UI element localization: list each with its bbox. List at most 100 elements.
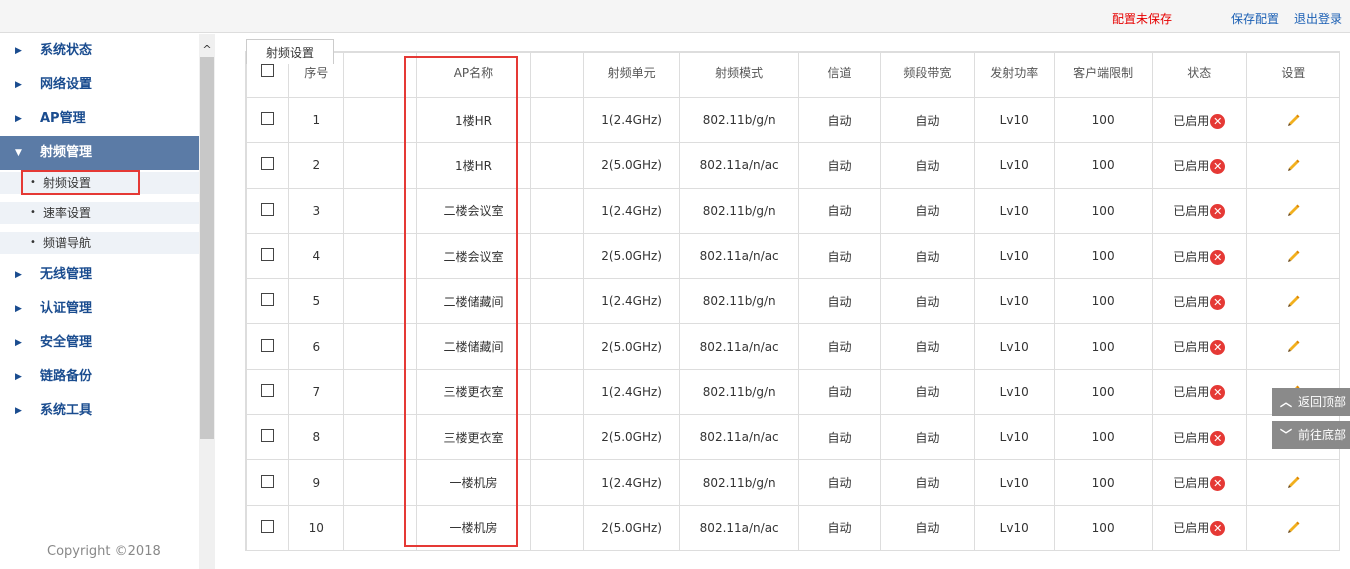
- row-select-cell: [246, 96, 290, 144]
- disable-x-icon[interactable]: ✕: [1210, 249, 1226, 265]
- row-checkbox[interactable]: [261, 429, 275, 443]
- row-settings: [1245, 232, 1339, 280]
- scrollbar-thumb[interactable]: [200, 57, 214, 439]
- row-checkbox[interactable]: [261, 112, 275, 126]
- caret-right-icon: ▶: [15, 114, 22, 124]
- status-text: 已启用: [1173, 430, 1210, 445]
- go-to-bottom-button[interactable]: ﹀ 前往底部: [1272, 421, 1350, 449]
- row-client-limit: 100: [1053, 232, 1153, 280]
- sidebar-item-network[interactable]: ▶ 网络设置: [0, 68, 199, 102]
- edit-pencil-icon[interactable]: [1286, 293, 1300, 310]
- sidebar-item-auth[interactable]: ▶ 认证管理: [0, 292, 199, 326]
- row-checkbox[interactable]: [261, 157, 275, 171]
- disable-x-icon[interactable]: ✕: [1210, 476, 1226, 492]
- row-checkbox[interactable]: [261, 293, 275, 307]
- sidebar-item-system-status[interactable]: ▶ 系统状态: [0, 34, 199, 68]
- row-channel: 自动: [798, 142, 881, 189]
- sidebar-subitem-rate-settings[interactable]: • 速率设置: [0, 202, 199, 224]
- row-channel: 自动: [798, 504, 881, 550]
- disable-x-icon[interactable]: ✕: [1210, 340, 1226, 356]
- row-spacer: [530, 323, 585, 370]
- row-power: Lv10: [973, 368, 1055, 416]
- row-status: 已启用 ✕: [1151, 232, 1247, 280]
- save-config-link[interactable]: 保存配置: [1231, 10, 1279, 27]
- row-power: Lv10: [973, 142, 1055, 189]
- edit-pencil-icon[interactable]: [1286, 157, 1300, 174]
- disable-x-icon[interactable]: ✕: [1210, 158, 1226, 174]
- unsaved-notice: 配置未保存: [1112, 12, 1173, 26]
- row-channel: 自动: [798, 414, 881, 461]
- row-channel: 自动: [798, 96, 881, 144]
- row-power: Lv10: [973, 232, 1055, 280]
- disable-x-icon[interactable]: ✕: [1210, 385, 1226, 401]
- row-channel: 自动: [798, 368, 881, 416]
- row-radio-mode: 802.11a/n/ac: [679, 232, 800, 280]
- row-checkbox[interactable]: [261, 474, 275, 488]
- disable-x-icon[interactable]: ✕: [1210, 113, 1226, 129]
- back-to-top-label: 返回顶部: [1298, 395, 1347, 409]
- highlight-box-ap-name-column: [404, 56, 518, 547]
- status-text: 已启用: [1173, 113, 1210, 128]
- row-radio-unit: 1(2.4GHz): [583, 187, 681, 234]
- row-select-cell: [246, 459, 290, 506]
- row-client-limit: 100: [1053, 96, 1153, 144]
- row-checkbox[interactable]: [261, 202, 275, 216]
- edit-pencil-icon[interactable]: [1286, 112, 1300, 129]
- row-radio-mode: 802.11b/g/n: [679, 459, 800, 506]
- row-channel: 自动: [798, 232, 881, 280]
- sidebar-item-ap[interactable]: ▶ AP管理: [0, 102, 199, 136]
- row-bandwidth: 自动: [879, 414, 975, 461]
- disable-x-icon[interactable]: ✕: [1210, 294, 1226, 310]
- row-power: Lv10: [973, 323, 1055, 370]
- row-no: 6: [288, 323, 345, 370]
- edit-pencil-icon[interactable]: [1286, 519, 1300, 536]
- edit-pencil-icon[interactable]: [1286, 248, 1300, 265]
- status-text: 已启用: [1173, 294, 1210, 309]
- select-all-checkbox[interactable]: [261, 64, 275, 77]
- row-no: 7: [288, 368, 345, 416]
- sidebar-subitem-label: 频谱导航: [43, 236, 92, 250]
- row-checkbox[interactable]: [261, 338, 275, 352]
- row-select-cell: [246, 278, 290, 325]
- row-radio-unit: 1(2.4GHz): [583, 368, 681, 416]
- row-bandwidth: 自动: [879, 504, 975, 550]
- row-no: 5: [288, 278, 345, 325]
- row-power: Lv10: [973, 414, 1055, 461]
- row-settings: [1245, 187, 1339, 234]
- edit-pencil-icon[interactable]: [1286, 202, 1300, 219]
- disable-x-icon[interactable]: ✕: [1210, 204, 1226, 220]
- row-select-cell: [246, 368, 290, 416]
- row-radio-unit: 2(5.0GHz): [583, 142, 681, 189]
- sidebar-item-security[interactable]: ▶ 安全管理: [0, 326, 199, 360]
- row-radio-mode: 802.11b/g/n: [679, 368, 800, 416]
- top-bar: 配置未保存 保存配置 退出登录: [0, 0, 1350, 33]
- sidebar-item-radio[interactable]: ▼ 射频管理: [0, 136, 199, 170]
- sidebar-item-link-backup[interactable]: ▶ 链路备份: [0, 360, 199, 394]
- row-checkbox[interactable]: [261, 519, 275, 533]
- edit-pencil-icon[interactable]: [1286, 474, 1300, 491]
- copyright-text: Copyright ©2018: [47, 544, 161, 559]
- caret-right-icon: ▶: [15, 80, 22, 90]
- row-checkbox[interactable]: [261, 248, 275, 262]
- bullet-icon: •: [30, 207, 36, 218]
- disable-x-icon[interactable]: ✕: [1210, 521, 1226, 537]
- row-client-limit: 100: [1053, 459, 1153, 506]
- edit-pencil-icon[interactable]: [1286, 338, 1300, 355]
- row-client-limit: 100: [1053, 187, 1153, 234]
- back-to-top-button[interactable]: ︿ 返回顶部: [1272, 388, 1350, 416]
- tab-radio-settings[interactable]: 射频设置: [246, 39, 334, 64]
- sidebar-subitem-spectrum[interactable]: • 频谱导航: [0, 232, 199, 254]
- sidebar-item-tools[interactable]: ▶ 系统工具: [0, 394, 199, 428]
- row-client-limit: 100: [1053, 323, 1153, 370]
- col-header-settings: 设置: [1245, 52, 1339, 98]
- chevron-up-icon[interactable]: ^: [200, 44, 214, 56]
- sidebar-item-label: 无线管理: [40, 267, 93, 282]
- disable-x-icon[interactable]: ✕: [1210, 430, 1226, 446]
- sidebar-item-wireless[interactable]: ▶ 无线管理: [0, 258, 199, 292]
- status-text: 已启用: [1173, 476, 1210, 491]
- logout-link[interactable]: 退出登录: [1294, 10, 1342, 27]
- row-power: Lv10: [973, 278, 1055, 325]
- row-client-limit: 100: [1053, 504, 1153, 550]
- row-checkbox[interactable]: [261, 383, 275, 397]
- sidebar-item-label: 系统工具: [40, 403, 93, 418]
